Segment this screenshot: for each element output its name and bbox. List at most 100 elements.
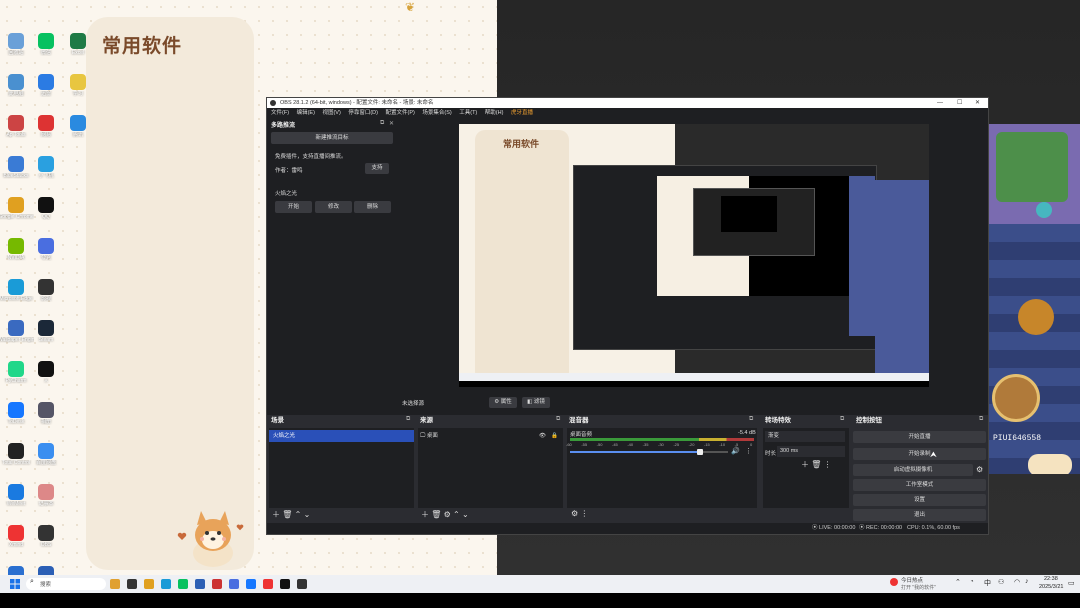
trash-icon[interactable]: 🗑 (811, 460, 821, 469)
add-icon[interactable]: ＋ (421, 510, 429, 519)
news-icon[interactable] (890, 578, 898, 586)
desktop-icon[interactable]: 学习 (60, 74, 96, 97)
speaker-icon[interactable]: ♪ (1025, 578, 1029, 585)
menu-profile[interactable]: 配置文件(P) (385, 110, 414, 116)
menu-edit[interactable]: 编辑(E) (297, 110, 315, 116)
dock-close-icon[interactable]: ✕ (389, 120, 394, 127)
settings-button[interactable]: 设置 (853, 494, 986, 506)
desktop-icon[interactable]: 相册 (28, 402, 64, 425)
tray-icon[interactable]: ◔ (970, 579, 974, 585)
add-icon[interactable]: ＋ (272, 510, 280, 519)
trash-icon[interactable]: 🗑 (282, 510, 292, 519)
maximize-icon[interactable]: ☐ (957, 98, 962, 108)
duration-input[interactable]: 300 ms (777, 446, 845, 457)
desktop-icon[interactable]: Steam (28, 320, 64, 343)
taskbar-app-icon[interactable] (161, 579, 171, 589)
close-icon[interactable]: ✕ (975, 98, 980, 108)
taskbar-app-icon[interactable] (110, 579, 120, 589)
more-options-icon[interactable]: ⋮ (824, 460, 832, 469)
start-target-button[interactable]: 开始 (275, 201, 312, 213)
add-icon[interactable]: ＋ (801, 460, 809, 469)
gear-icon[interactable]: ⚙ (976, 465, 983, 474)
taskbar-app-icon[interactable] (195, 579, 205, 589)
clock-date[interactable]: 2025/3/21 (1039, 584, 1063, 590)
chevron-up-icon[interactable]: ⌃ (955, 578, 961, 586)
desktop-icon[interactable]: Excel (60, 33, 96, 56)
game-window[interactable] (988, 124, 1080, 474)
more-options-icon[interactable]: ⋮ (580, 509, 588, 518)
controls-float-icon[interactable]: ⧉ (979, 416, 983, 423)
scenes-float-icon[interactable]: ⧉ (406, 416, 410, 423)
taskbar-app-icon[interactable] (212, 579, 222, 589)
trash-icon[interactable]: 🗑 (431, 510, 441, 519)
dock-float-icon[interactable]: ⧉ (380, 120, 384, 127)
preview-canvas[interactable]: 常用软件 (459, 124, 929, 387)
menu-view[interactable]: 视图(V) (322, 110, 340, 116)
taskbar-app-icon[interactable] (246, 579, 256, 589)
speaker-icon[interactable]: 🔊 (731, 447, 740, 455)
move-up-icon[interactable]: ⌃ (295, 510, 302, 519)
start-recording-button[interactable]: 开始录制 (853, 448, 986, 460)
desktop-icon[interactable]: 迅雷 (28, 74, 64, 97)
taskbar-app-icon[interactable] (297, 579, 307, 589)
menu-huya[interactable]: 虎牙直播 (511, 110, 533, 116)
filters-button[interactable]: ◧ 滤镜 (522, 397, 550, 408)
desktop-icon[interactable]: 记事本 (28, 484, 64, 507)
start-streaming-button[interactable]: 开始直播 (853, 431, 986, 443)
eye-icon[interactable]: 👁 (539, 431, 546, 441)
studio-mode-button[interactable]: 工作室模式 (853, 479, 986, 491)
desktop-icon[interactable]: 网易 (28, 115, 64, 138)
support-button[interactable]: 支持 (365, 163, 389, 174)
move-down-icon[interactable]: ⌄ (462, 510, 469, 519)
menu-file[interactable]: 文件(F) (271, 110, 289, 116)
create-target-button[interactable]: 新建推流目标 (271, 132, 393, 144)
desktop-icon[interactable]: 微信 (28, 33, 64, 56)
menu-docks[interactable]: 停靠窗口(D) (348, 110, 378, 116)
menu-tools[interactable]: 工具(T) (459, 110, 477, 116)
move-up-icon[interactable]: ⌃ (453, 510, 460, 519)
taskbar-app-icon[interactable] (263, 579, 273, 589)
start-icon[interactable] (10, 579, 20, 589)
desktop-icon[interactable]: 小飞机 (28, 156, 64, 179)
transitions-float-icon[interactable]: ⧉ (840, 416, 844, 423)
wifi-icon[interactable]: ◠ (1014, 578, 1020, 586)
ime-indicator[interactable]: 中 (984, 578, 991, 588)
more-options-icon[interactable]: ⋮ (745, 447, 752, 455)
properties-button[interactable]: ⚙ 属性 (489, 397, 517, 408)
clock-time[interactable]: 22:38 (1044, 576, 1058, 582)
menu-scene-collection[interactable]: 场景集合(S) (422, 110, 451, 116)
mixer-float-icon[interactable]: ⧉ (749, 416, 753, 423)
taskbar-app-icon[interactable] (229, 579, 239, 589)
volume-slider[interactable] (570, 449, 728, 455)
menu-help[interactable]: 帮助(H) (485, 110, 504, 116)
desktop-icon[interactable]: QQ (28, 197, 64, 220)
taskbar-app-icon[interactable] (280, 579, 290, 589)
desktop-icon[interactable]: 百度网盘 (28, 443, 64, 466)
desktop-icon[interactable]: 夸克 (28, 238, 64, 261)
obs-window[interactable]: OBS 28.1.2 (64-bit, windows) - 配置文件: 未命名… (266, 97, 989, 535)
taskbar-app-icon[interactable] (127, 579, 137, 589)
obs-titlebar[interactable]: OBS 28.1.2 (64-bit, windows) - 配置文件: 未命名… (267, 98, 988, 108)
taskbar-app-icon[interactable] (178, 579, 188, 589)
delete-target-button[interactable]: 删除 (354, 201, 391, 213)
lock-icon[interactable]: 🔒 (551, 431, 558, 441)
desktop-icon[interactable]: 腾讯 (60, 115, 96, 138)
exit-button[interactable]: 退出 (853, 509, 986, 521)
taskbar-app-icon[interactable] (144, 579, 154, 589)
source-item[interactable]: 🖵 桌面 👁 🔒 (420, 431, 561, 441)
sources-float-icon[interactable]: ⧉ (556, 416, 560, 423)
desktop-icon[interactable]: 影视 (28, 279, 64, 302)
notification-icon[interactable]: ▭ (1068, 579, 1075, 587)
news-title[interactable]: 今日热点 (901, 576, 923, 584)
tray-icon[interactable]: ⚇ (998, 578, 1004, 586)
start-virtual-camera-button[interactable]: 启动虚拟摄像机 (853, 464, 973, 476)
scene-item[interactable]: 火焰之光 (269, 430, 414, 442)
search-box[interactable]: ⌕ 搜索 (26, 578, 106, 590)
minimize-icon[interactable]: — (937, 98, 943, 108)
edit-target-button[interactable]: 修改 (315, 201, 352, 213)
transition-type-select[interactable]: 渐变 (765, 431, 845, 442)
move-down-icon[interactable]: ⌄ (304, 510, 311, 519)
desktop-icon[interactable]: OBS (28, 525, 64, 548)
desktop-icon[interactable]: X (28, 361, 64, 384)
gear-icon[interactable]: ⚙ (571, 509, 578, 518)
